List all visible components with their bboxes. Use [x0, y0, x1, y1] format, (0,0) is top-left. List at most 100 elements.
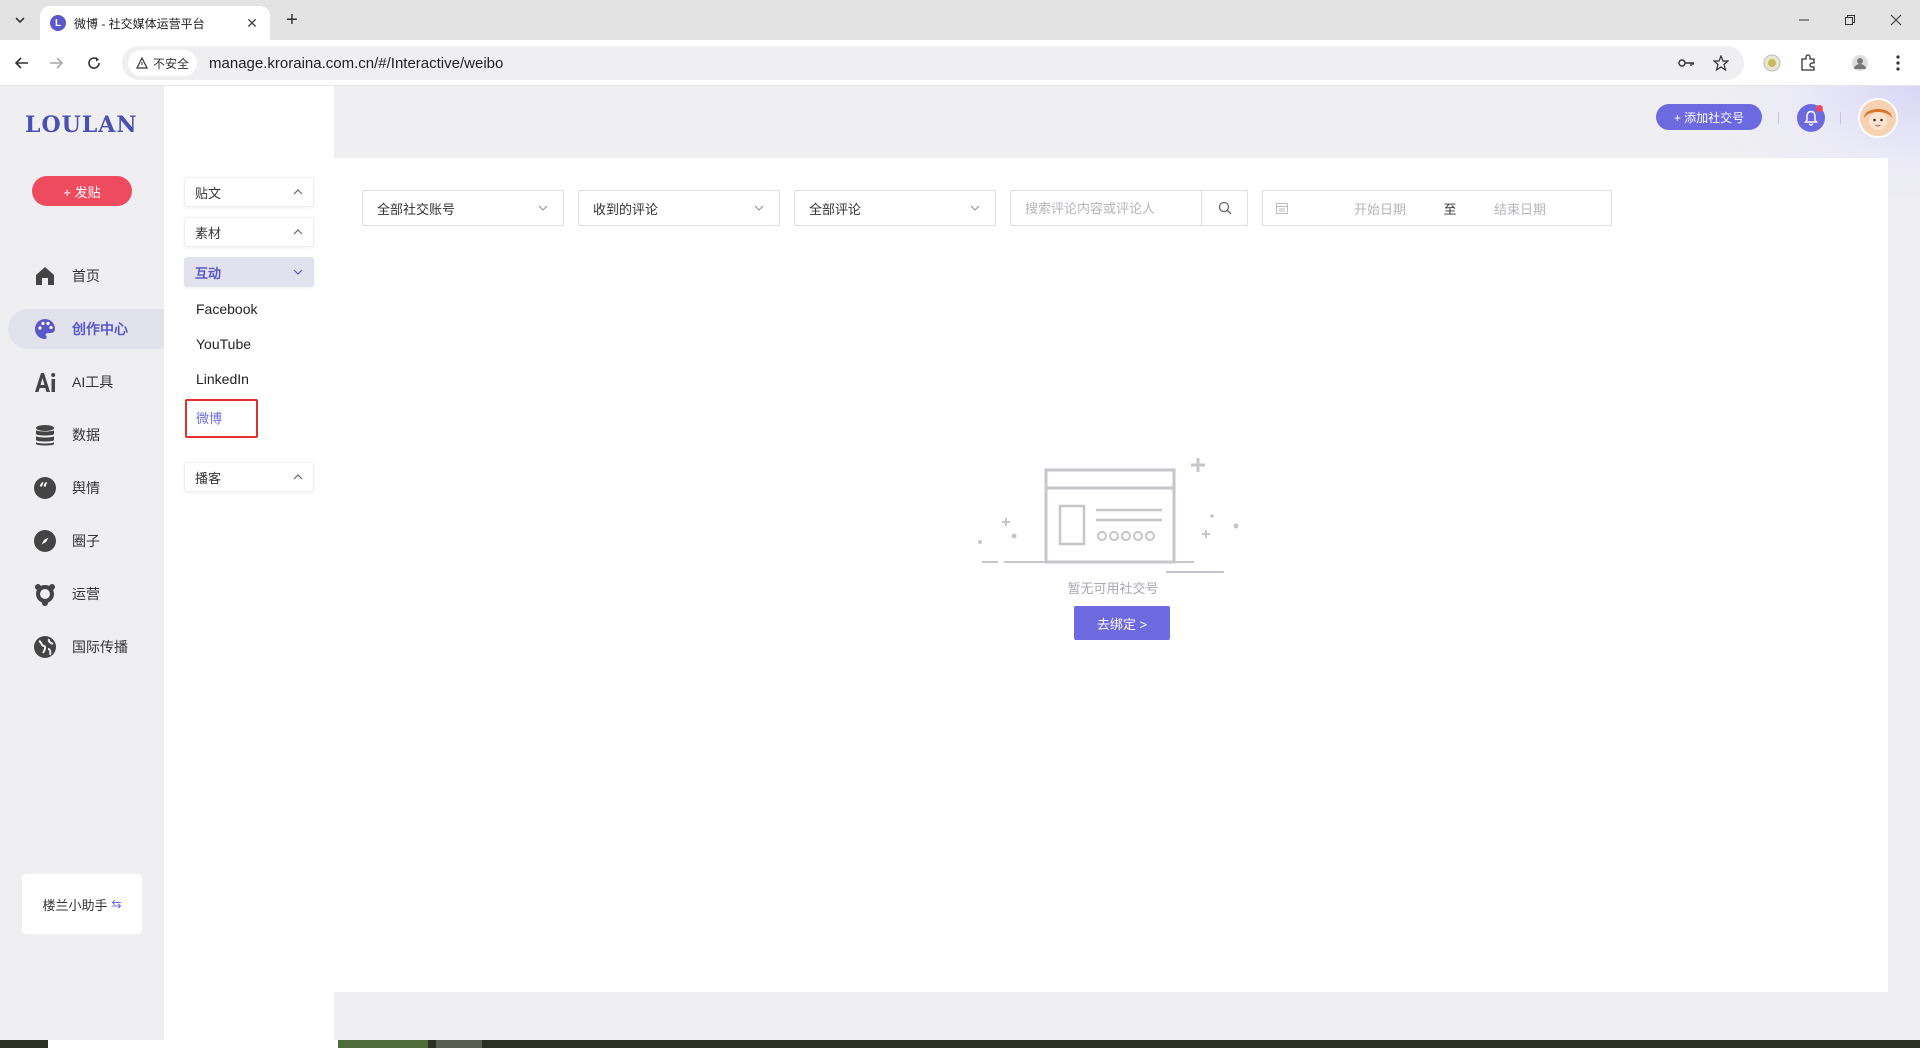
nav-label: 创作中心 [72, 321, 128, 337]
url-text: manage.kroraina.com.cn/#/Interactive/wei… [209, 54, 504, 72]
browser-toolbar: 不安全 manage.kroraina.com.cn/#/Interactive… [0, 40, 1920, 86]
security-label: 不安全 [153, 56, 190, 71]
taskbar-window[interactable] [48, 1040, 338, 1048]
app-root: LOULAN + 发贴 首页 创作中心 AI工具 数据 “ 舆情 圈子 运营 国… [0, 86, 1920, 1040]
search-button[interactable] [1201, 191, 1247, 225]
database-icon [32, 422, 58, 448]
avatar[interactable] [1858, 98, 1898, 138]
chevron-down-icon [15, 17, 25, 24]
sub-item-linkedin[interactable]: LinkedIn [196, 371, 249, 387]
chevron-down-icon [293, 269, 303, 275]
ai-icon [32, 369, 58, 395]
close-icon [1890, 14, 1902, 26]
comment-type-select[interactable]: 收到的评论 [578, 190, 780, 226]
sub-group-label: 播客 [195, 470, 222, 486]
sub-item-youtube[interactable]: YouTube [196, 336, 251, 352]
sub-group-label: 互动 [195, 265, 222, 281]
compass-icon [32, 528, 58, 554]
nav-item-data[interactable]: 数据 [8, 415, 164, 455]
site-favicon-icon: L [50, 15, 66, 31]
sub-item-facebook[interactable]: Facebook [196, 301, 257, 317]
sub-group-podcast[interactable]: 播客 [184, 462, 314, 492]
assistant-label: 楼兰小助手 [42, 897, 108, 913]
arrow-left-icon [14, 57, 28, 69]
puzzle-icon[interactable] [1796, 51, 1820, 75]
date-separator: 至 [1443, 201, 1457, 217]
chevron-down-icon [538, 205, 548, 211]
operations-icon [32, 581, 58, 607]
close-icon[interactable]: ✕ [244, 15, 260, 31]
end-date-placeholder[interactable]: 结束日期 [1465, 199, 1575, 218]
taskbar-window[interactable] [338, 1040, 428, 1048]
key-icon[interactable] [1678, 54, 1696, 72]
account-select-value: 全部社交账号 [377, 201, 456, 217]
more-menu-icon[interactable] [1886, 51, 1910, 75]
nav-item-sentiment[interactable]: “ 舆情 [8, 468, 164, 508]
close-window-button[interactable] [1876, 6, 1916, 34]
extension-icon[interactable] [1760, 51, 1784, 75]
home-icon [32, 263, 58, 289]
header-divider [1778, 112, 1779, 124]
minimize-icon [1799, 19, 1809, 21]
nav-item-international[interactable]: 国际传播 [8, 627, 164, 667]
bell-icon [1804, 110, 1818, 126]
search-input[interactable] [1011, 191, 1201, 225]
secondary-nav: 贴文 素材 互动 Facebook YouTube LinkedIn 微博 播客 [164, 86, 334, 1040]
notification-button[interactable] [1797, 104, 1825, 132]
nav-item-ai-tools[interactable]: AI工具 [8, 362, 164, 402]
os-taskbar [0, 1040, 1920, 1048]
calendar-icon [1276, 203, 1288, 214]
bind-account-button[interactable]: 去绑定 > [1074, 606, 1170, 640]
tab-title: 微博 - 社交媒体运营平台 [74, 16, 205, 31]
search-icon [1218, 201, 1231, 215]
back-button[interactable] [10, 51, 34, 75]
sub-group-interaction[interactable]: 互动 [184, 257, 314, 287]
forward-button[interactable] [44, 51, 68, 75]
chevron-down-icon [970, 205, 980, 211]
nav-label: AI工具 [72, 374, 114, 390]
sub-group-materials[interactable]: 素材 [184, 217, 314, 247]
comment-filter-value: 全部评论 [809, 201, 862, 217]
star-icon[interactable] [1712, 54, 1730, 72]
taskbar-window[interactable] [436, 1040, 482, 1048]
address-bar[interactable]: 不安全 manage.kroraina.com.cn/#/Interactive… [122, 46, 1744, 80]
restore-icon [1845, 15, 1855, 25]
chevron-down-icon [754, 205, 764, 211]
date-range-picker[interactable]: 开始日期 至 结束日期 [1262, 190, 1612, 226]
nav-label: 国际传播 [72, 639, 128, 655]
quote-icon: “ [32, 475, 58, 501]
post-button[interactable]: + 发贴 [32, 176, 132, 206]
nav-label: 运营 [72, 586, 100, 602]
assistant-widget[interactable]: 楼兰小助手 ⇆ [22, 874, 142, 934]
minimize-button[interactable] [1784, 6, 1824, 34]
warning-icon [136, 57, 148, 69]
nav-item-circles[interactable]: 圈子 [8, 521, 164, 561]
left-nav: LOULAN + 发贴 首页 创作中心 AI工具 数据 “ 舆情 圈子 运营 国… [0, 86, 164, 1040]
reload-button[interactable] [82, 51, 106, 75]
comment-filter-select[interactable]: 全部评论 [794, 190, 996, 226]
arrow-right-icon [50, 57, 64, 69]
nav-label: 首页 [72, 268, 100, 284]
new-tab-button[interactable]: + [280, 8, 304, 32]
browser-tab-active[interactable]: L 微博 - 社交媒体运营平台 ✕ [40, 6, 270, 40]
nav-item-home[interactable]: 首页 [8, 256, 164, 296]
tab-list-button[interactable] [8, 8, 32, 32]
start-date-placeholder[interactable]: 开始日期 [1325, 199, 1435, 218]
notification-dot [1816, 105, 1823, 112]
comment-type-value: 收到的评论 [593, 201, 659, 217]
nav-item-creation-center[interactable]: 创作中心 [8, 309, 164, 349]
nav-label: 圈子 [72, 533, 100, 549]
selection-highlight-box [185, 399, 258, 438]
main-panel: 全部社交账号 收到的评论 全部评论 开始日期 至 结束日期 [334, 158, 1888, 992]
account-select[interactable]: 全部社交账号 [362, 190, 564, 226]
profile-icon[interactable] [1848, 51, 1872, 75]
sub-group-posts[interactable]: 贴文 [184, 177, 314, 207]
nav-item-operations[interactable]: 运营 [8, 574, 164, 614]
comment-search [1010, 190, 1248, 226]
security-indicator[interactable]: 不安全 [128, 50, 198, 76]
add-social-account-button[interactable]: + 添加社交号 [1656, 104, 1762, 130]
reload-icon [88, 57, 100, 69]
empty-state: 暂无可用社交号 去绑定 > [968, 458, 1258, 658]
palette-icon [32, 316, 58, 342]
restore-button[interactable] [1830, 6, 1870, 34]
